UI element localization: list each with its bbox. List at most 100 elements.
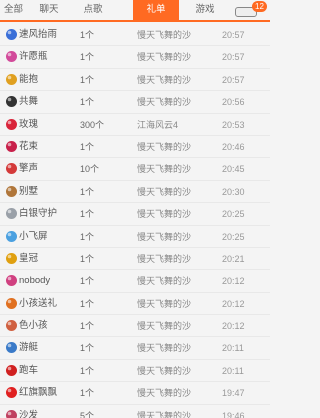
- gift-name: 红旗飘飘: [19, 387, 58, 399]
- cart-button[interactable]: 12: [232, 1, 270, 20]
- yacht-icon: [6, 342, 17, 354]
- gift-time: 20:12: [222, 276, 245, 287]
- gift-time: 19:46: [222, 410, 245, 418]
- gift-count: 1个: [80, 276, 95, 287]
- sender-name: 慢天飞舞的沙: [137, 365, 192, 376]
- sofa-icon: [6, 409, 17, 418]
- tab-chat[interactable]: 聊天: [27, 0, 71, 20]
- gift-list: 速风抬雨 1个 慢天飞舞的沙 20:57 许愿瓶 1个 慢天飞舞的沙 20:57 能抱 1个 慢天飞…: [0, 24, 270, 418]
- gift-name: 色小孩: [19, 320, 48, 332]
- gift-name: 皇冠: [19, 252, 39, 264]
- sender-name: 慢天飞舞的沙: [137, 410, 192, 418]
- gift-row[interactable]: 色小孩 1个 慢天飞舞的沙 20:12: [0, 315, 270, 338]
- gift-time: 20:11: [222, 343, 244, 354]
- tab-label: 礼单: [146, 4, 166, 15]
- gift-row[interactable]: 跑车 1个 慢天飞舞的沙 20:11: [0, 360, 270, 383]
- sender-name: 慢天飞舞的沙: [137, 321, 192, 332]
- gift-count: 1个: [80, 74, 95, 85]
- gift-name: 花束: [19, 140, 39, 152]
- gift-count: 5个: [80, 410, 95, 418]
- gift-time: 20:25: [222, 231, 245, 242]
- gift-row[interactable]: 速风抬雨 1个 慢天飞舞的沙 20:57: [0, 24, 270, 47]
- gift-time: 20:53: [222, 119, 245, 130]
- gift-name: 别墅: [19, 185, 39, 197]
- gift-count: 300个: [80, 119, 105, 130]
- gift-row[interactable]: 皇冠 1个 慢天飞舞的沙 20:21: [0, 248, 270, 271]
- gift-row[interactable]: 红旗飘飘 1个 慢天飞舞的沙 19:47: [0, 382, 270, 405]
- gift-count: 1个: [80, 52, 95, 63]
- gift-count: 1个: [80, 343, 95, 354]
- tab-label: 点歌: [83, 4, 103, 15]
- gift-row[interactable]: 小飞屏 1个 慢天飞舞的沙 20:25: [0, 226, 270, 248]
- gift-count: 1个: [80, 186, 95, 197]
- villa-icon: [6, 185, 17, 197]
- gift-row[interactable]: 能抱 1个 慢天飞舞的沙 20:57: [0, 69, 270, 92]
- gift-row[interactable]: 白银守护 1个 慢天飞舞的沙 20:25: [0, 203, 270, 226]
- gift-name: 能抱: [19, 73, 39, 85]
- gift-count: 1个: [80, 321, 95, 332]
- gift-row[interactable]: 擎声 10个 慢天飞舞的沙 20:45: [0, 158, 270, 181]
- crown-icon: [6, 252, 17, 264]
- gift-count: 1个: [80, 209, 95, 220]
- sender-name: 慢天飞舞的沙: [137, 253, 192, 264]
- sender-name: 慢天飞舞的沙: [137, 388, 192, 399]
- gift-time: 20:11: [222, 365, 244, 376]
- tab-song[interactable]: 点歌: [71, 0, 115, 20]
- tab-games[interactable]: 游戏: [184, 0, 226, 20]
- count-badge: 12: [252, 1, 267, 12]
- gift-count: 1个: [80, 97, 95, 108]
- flag-icon: [6, 387, 17, 399]
- car-icon: [6, 364, 17, 376]
- gift-count: 1个: [80, 365, 95, 376]
- gift-row[interactable]: 别墅 1个 慢天飞舞的沙 20:30: [0, 181, 270, 204]
- sender-name: 慢天飞舞的沙: [137, 231, 192, 242]
- gift-row[interactable]: nobody 1个 慢天飞舞的沙 20:12: [0, 270, 270, 293]
- gift-time: 20:25: [222, 209, 245, 220]
- gift-time: 20:30: [222, 186, 245, 197]
- gift-row[interactable]: 共舞 1个 慢天飞舞的沙 20:56: [0, 91, 270, 114]
- gift-name: 小飞屏: [19, 230, 48, 242]
- gift-name: 游艇: [19, 342, 39, 354]
- sender-name: 慢天飞舞的沙: [137, 298, 192, 309]
- gift-count: 1个: [80, 253, 95, 264]
- gift-row[interactable]: 玫瑰 300个 江海风云4 20:53: [0, 114, 270, 136]
- sender-name: 慢天飞舞的沙: [137, 209, 192, 220]
- gift-name: 共舞: [19, 96, 39, 108]
- plane-icon: [6, 230, 17, 242]
- gift-name: nobody: [19, 275, 51, 287]
- sender-name: 慢天飞舞的沙: [137, 186, 192, 197]
- sender-name: 慢天飞舞的沙: [137, 30, 192, 40]
- gift-count: 1个: [80, 231, 95, 242]
- gift-time: 19:47: [222, 388, 245, 399]
- rose-icon: [6, 118, 17, 130]
- gift-time: 20:57: [222, 74, 245, 85]
- gift-time: 20:12: [222, 298, 245, 309]
- gift-row[interactable]: 小孩送礼 1个 慢天飞舞的沙 20:12: [0, 293, 270, 316]
- gift-row[interactable]: 许愿瓶 1个 慢天飞舞的沙 20:57: [0, 46, 270, 69]
- hug-icon: [6, 73, 17, 85]
- gift-count: 1个: [80, 298, 95, 309]
- kid-icon: [6, 320, 17, 332]
- dance-icon: [6, 96, 17, 108]
- gift-time: 20:57: [222, 52, 245, 63]
- gift-row[interactable]: 沙发 5个 慢天飞舞的沙 19:46: [0, 405, 270, 418]
- sender-name: 慢天飞舞的沙: [137, 164, 192, 175]
- gift-time: 20:21: [222, 253, 245, 264]
- gift-time: 20:57: [222, 30, 245, 40]
- gift-count: 1个: [80, 388, 95, 399]
- sender-name: 慢天飞舞的沙: [137, 97, 192, 108]
- tab-label: 游戏: [195, 4, 215, 15]
- bottle-icon: [6, 51, 17, 63]
- gift-name: 沙发: [19, 409, 39, 418]
- gift-name: 许愿瓶: [19, 51, 48, 63]
- sender-name: 慢天飞舞的沙: [137, 343, 192, 354]
- tab-all[interactable]: 全部: [0, 0, 27, 20]
- gift-row[interactable]: 游艇 1个 慢天飞舞的沙 20:11: [0, 337, 270, 360]
- tab-bar: 全部 聊天 点歌 礼单 游戏 12: [0, 0, 270, 22]
- tab-gifts[interactable]: 礼单: [133, 0, 179, 20]
- bouquet-icon: [6, 140, 17, 152]
- gift-count: 10个: [80, 164, 100, 175]
- gift-row[interactable]: 花束 1个 慢天飞舞的沙 20:46: [0, 136, 270, 159]
- sender-name: 慢天飞舞的沙: [137, 276, 192, 287]
- gift-name: 跑车: [19, 364, 39, 376]
